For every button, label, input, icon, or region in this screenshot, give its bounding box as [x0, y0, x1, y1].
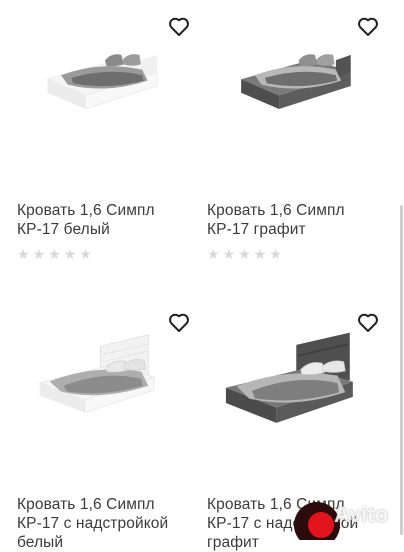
rating-stars: ★ ★ ★ ★ ★	[207, 247, 282, 261]
favorite-heart-icon[interactable]	[356, 310, 380, 334]
product-title[interactable]: Кровать 1,6 Симпл КР-17 с надстройкой бе…	[17, 495, 192, 552]
star-icon: ★	[17, 246, 30, 262]
watermark-text: Avito	[334, 502, 389, 527]
star-icon: ★	[238, 246, 251, 262]
product-image-bed-white[interactable]	[15, 40, 195, 155]
star-icon: ★	[32, 246, 46, 262]
star-icon: ★	[63, 246, 77, 262]
product-image-bed-white-headboard[interactable]	[15, 325, 190, 445]
star-icon: ★	[48, 246, 61, 262]
product-card[interactable]: Кровать 1,6 Симпл КР-17 графит ★ ★ ★ ★ ★	[190, 0, 380, 270]
favorite-heart-icon[interactable]	[167, 310, 191, 334]
scrollbar[interactable]	[400, 205, 403, 535]
product-title[interactable]: Кровать 1,6 Симпл КР-17 белый	[17, 201, 192, 239]
star-icon: ★	[207, 246, 220, 262]
product-image-bed-graphite-headboard[interactable]	[208, 325, 383, 455]
product-card[interactable]: Кровать 1,6 Симпл КР-17 белый ★ ★ ★ ★ ★	[0, 0, 190, 270]
star-icon: ★	[253, 246, 267, 262]
avito-watermark: Avito	[294, 496, 404, 540]
star-icon: ★	[79, 246, 92, 262]
product-title[interactable]: Кровать 1,6 Симпл КР-17 графит	[207, 201, 382, 239]
product-image-bed-graphite[interactable]	[210, 40, 390, 155]
star-icon: ★	[222, 246, 236, 262]
favorite-heart-icon[interactable]	[167, 14, 191, 38]
favorite-heart-icon[interactable]	[356, 14, 380, 38]
product-card[interactable]: Кровать 1,6 Симпл КР-17 с надстройкой бе…	[0, 300, 191, 551]
rating-stars: ★ ★ ★ ★ ★	[17, 247, 92, 261]
star-icon: ★	[269, 246, 282, 262]
